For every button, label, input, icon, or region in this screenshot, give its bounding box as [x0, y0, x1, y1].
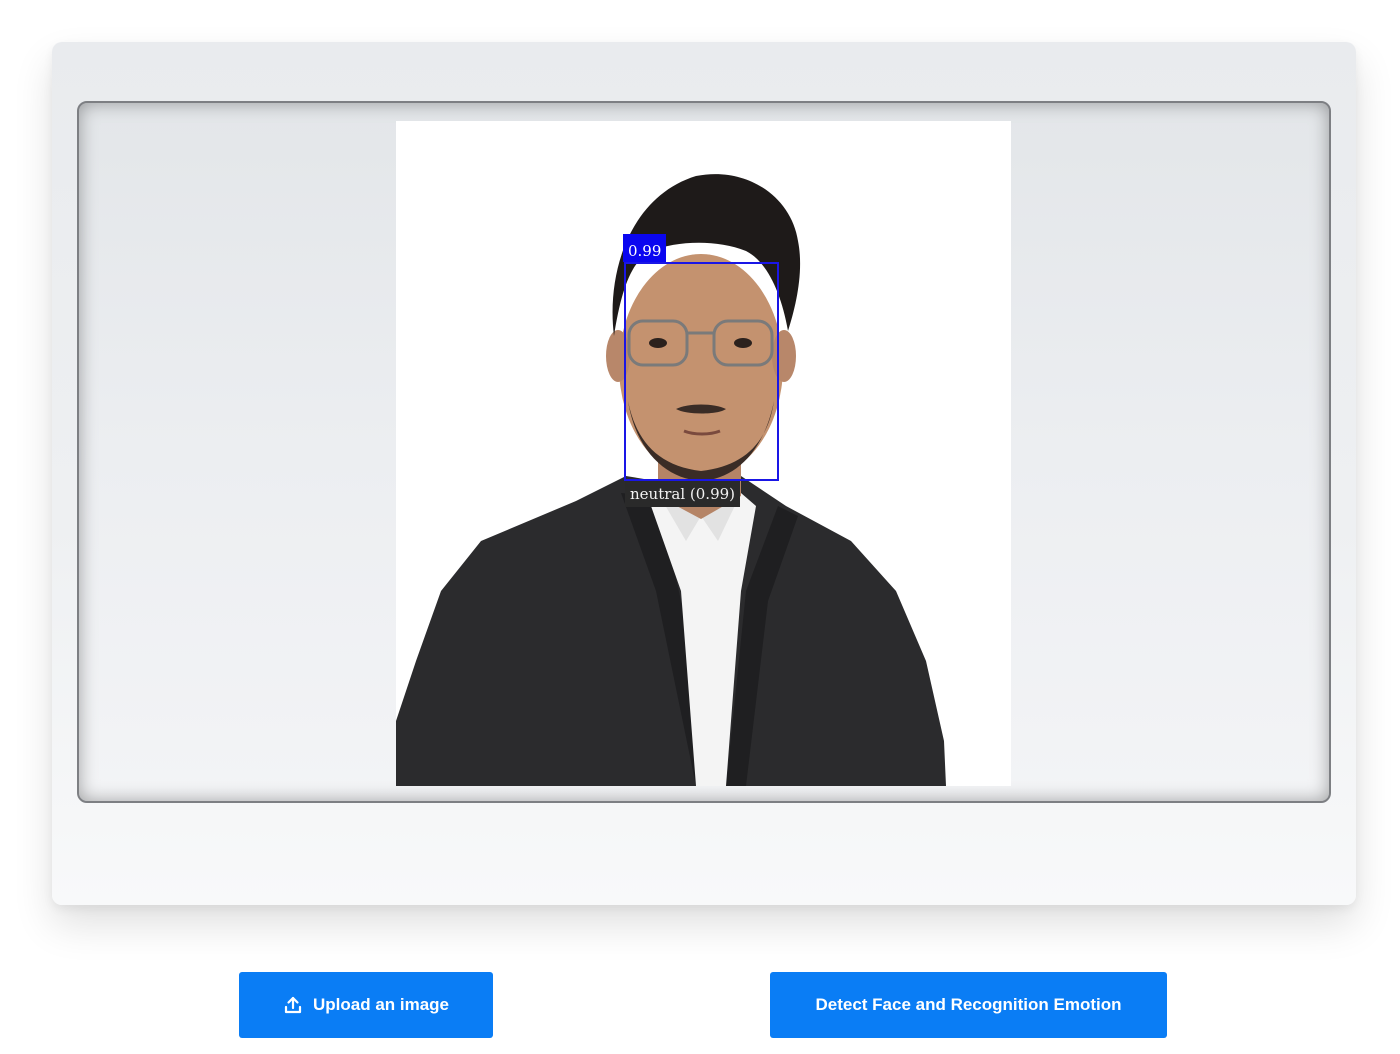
portrait-photo: 0.99 neutral (0.99) — [396, 121, 1011, 786]
page: 0.99 neutral (0.99) Upload an image Dete… — [0, 0, 1400, 1054]
upload-icon — [283, 995, 303, 1015]
detect-button-label: Detect Face and Recognition Emotion — [815, 995, 1122, 1014]
upload-button-label: Upload an image — [312, 995, 450, 1014]
emotion-label: neutral (0.99) — [625, 481, 741, 507]
detection-score-label: 0.99 — [623, 234, 667, 262]
face-bounding-box — [624, 262, 779, 481]
image-viewer: 0.99 neutral (0.99) — [77, 101, 1331, 803]
image-card: 0.99 neutral (0.99) — [52, 42, 1356, 905]
detect-face-emotion-button[interactable]: Detect Face and Recognition Emotion — [770, 972, 1167, 1038]
upload-image-button[interactable]: Upload an image — [239, 972, 493, 1038]
